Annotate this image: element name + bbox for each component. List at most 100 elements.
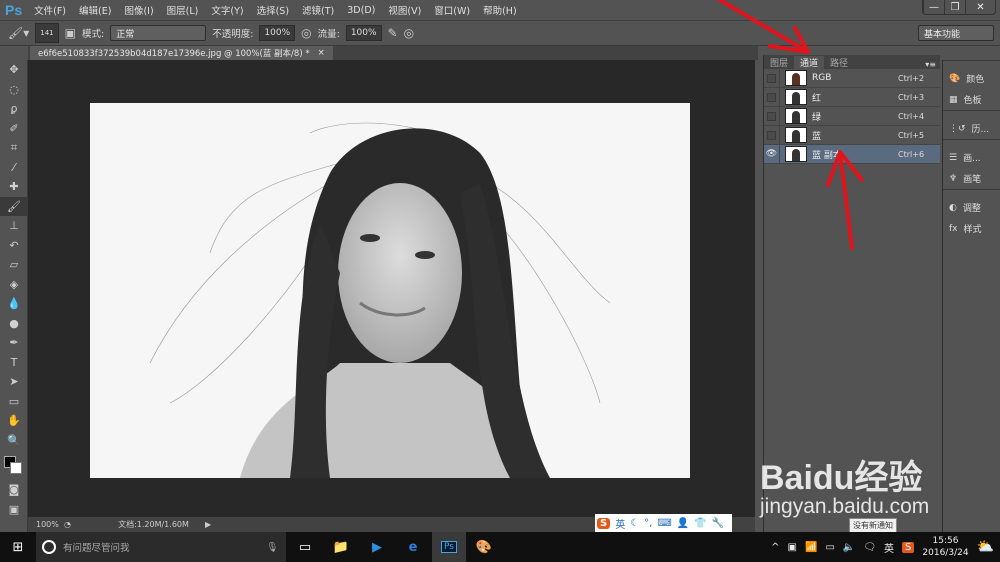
menu-type[interactable]: 文字(Y) <box>211 3 243 17</box>
close-button[interactable]: ✕ <box>965 0 995 14</box>
panel-styles[interactable]: fx 样式 <box>943 218 1000 239</box>
sogou-icon[interactable]: S <box>902 541 915 553</box>
type-tool-icon[interactable]: T <box>0 353 28 373</box>
panel-brush-presets[interactable]: ☰ 画... <box>943 147 1000 168</box>
airbrush-icon[interactable]: ✎ <box>388 26 398 40</box>
paint-app-icon[interactable]: 🎨 <box>472 536 496 558</box>
quick-select-tool-icon[interactable]: ✐ <box>0 119 28 139</box>
action-center-icon[interactable]: 🗨 <box>863 542 876 553</box>
panel-history[interactable]: ⋮↺ 历... <box>943 118 1000 139</box>
panel-adjustments[interactable]: ◐ 调整 <box>943 197 1000 218</box>
punctuation-icon[interactable]: °, <box>644 518 652 529</box>
document-tab[interactable]: e6f6e510833f372539b04d187e17396e.jpg @ 1… <box>30 46 333 60</box>
pen-tool-icon[interactable]: ✒ <box>0 333 28 353</box>
menu-image[interactable]: 图像(I) <box>124 3 153 17</box>
task-view-icon[interactable]: ▭ <box>293 536 317 558</box>
move-tool-icon[interactable]: ✥ <box>0 60 28 80</box>
menu-3d[interactable]: 3D(D) <box>347 5 375 16</box>
tab-layers[interactable]: 图层 <box>764 56 794 69</box>
channel-row-green[interactable]: 绿 Ctrl+4 <box>764 106 940 126</box>
pressure-size-icon[interactable]: ◎ <box>404 26 414 40</box>
status-menu-arrow-icon[interactable]: ▶ <box>201 520 211 529</box>
media-player-icon[interactable]: ▶ <box>365 536 389 558</box>
battery-icon[interactable]: ▭ <box>825 542 834 553</box>
volume-icon[interactable]: 🔈 <box>843 542 855 553</box>
moon-icon[interactable]: ☾ <box>630 518 639 529</box>
microphone-icon[interactable]: 🎙 <box>266 542 278 553</box>
menu-layer[interactable]: 图层(L) <box>167 3 199 17</box>
shape-tool-icon[interactable]: ▭ <box>0 392 28 412</box>
cortana-search[interactable]: 有问题尽管问我 🎙 <box>36 532 286 562</box>
document-image[interactable] <box>90 103 690 478</box>
bucket-tool-icon[interactable]: ◈ <box>0 275 28 295</box>
marquee-tool-icon[interactable]: ◌ <box>0 80 28 100</box>
file-explorer-icon[interactable]: 📁 <box>329 536 353 558</box>
menu-filter[interactable]: 滤镜(T) <box>302 3 334 17</box>
brush-size-picker[interactable]: 141 <box>35 23 59 43</box>
wrench-icon[interactable]: 🔧 <box>712 518 724 529</box>
flow-input[interactable]: 100% <box>345 25 382 41</box>
channel-row-blue-copy[interactable]: 👁 蓝 副本 Ctrl+6 <box>764 144 940 164</box>
menu-file[interactable]: 文件(F) <box>34 3 66 17</box>
zoom-tool-icon[interactable]: 🔍 <box>0 431 28 451</box>
panel-color[interactable]: 🎨 颜色 <box>943 68 1000 89</box>
brush-tool-icon[interactable]: 🖌 <box>0 196 28 216</box>
restore-button[interactable]: ❐ <box>944 0 965 14</box>
zoom-level[interactable]: 100% <box>28 520 64 529</box>
menu-window[interactable]: 窗口(W) <box>434 3 470 17</box>
windows-start-icon[interactable]: ⊞ <box>6 536 30 558</box>
hand-tool-icon[interactable]: ✋ <box>0 411 28 431</box>
brush-tool-icon[interactable]: 🖌▾ <box>8 26 29 40</box>
edge-browser-icon[interactable]: e <box>401 536 425 558</box>
lasso-tool-icon[interactable]: ϼ <box>0 99 28 119</box>
healing-tool-icon[interactable]: ✚ <box>0 177 28 197</box>
path-select-tool-icon[interactable]: ➤ <box>0 372 28 392</box>
channel-row-rgb[interactable]: RGB Ctrl+2 <box>764 68 940 88</box>
opacity-input[interactable]: 100% <box>259 25 296 41</box>
tab-paths[interactable]: 路径 <box>824 56 854 69</box>
crop-tool-icon[interactable]: ⌗ <box>0 138 28 158</box>
menu-view[interactable]: 视图(V) <box>388 3 421 17</box>
blur-tool-icon[interactable]: 💧 <box>0 294 28 314</box>
chevron-up-icon[interactable]: ^ <box>771 542 779 553</box>
photoshop-taskbar-icon[interactable]: Ps <box>432 532 466 562</box>
eye-icon[interactable]: 👁 <box>764 144 780 164</box>
panel-swatches[interactable]: ▦ 色板 <box>943 89 1000 110</box>
eraser-tool-icon[interactable]: ▱ <box>0 255 28 275</box>
ime-language[interactable]: 英 <box>615 516 625 531</box>
brush-panel-icon[interactable]: ▣ <box>65 26 76 40</box>
quick-mask-icon[interactable]: ◙ <box>0 480 28 500</box>
eyedropper-tool-icon[interactable]: ⁄ <box>0 158 28 178</box>
clock[interactable]: 15:56 2016/3/24 <box>922 535 968 559</box>
tab-channels[interactable]: 通道 <box>794 56 825 69</box>
visibility-toggle[interactable] <box>764 125 780 145</box>
screen-mode-icon[interactable]: ▣ <box>0 500 28 520</box>
channel-row-blue[interactable]: 蓝 Ctrl+5 <box>764 125 940 145</box>
panel-brush[interactable]: ♆ 画笔 <box>943 168 1000 189</box>
menu-select[interactable]: 选择(S) <box>257 3 289 17</box>
panel-menu-icon[interactable]: ▾≡ <box>925 60 940 69</box>
menu-edit[interactable]: 编辑(E) <box>79 3 111 17</box>
stamp-tool-icon[interactable]: ⊥ <box>0 216 28 236</box>
color-swatches-icon[interactable] <box>0 450 28 480</box>
keyboard-icon[interactable]: ⌨ <box>657 518 671 529</box>
close-tab-icon[interactable]: × <box>318 48 325 58</box>
visibility-toggle[interactable] <box>764 106 780 126</box>
panel-label: 色板 <box>963 96 982 106</box>
minimize-button[interactable]: — <box>923 0 944 14</box>
pressure-opacity-icon[interactable]: ◎ <box>301 26 311 40</box>
workspace-select[interactable]: 基本功能 <box>918 25 994 41</box>
sogou-tray-icon[interactable]: ▣ <box>788 542 797 553</box>
weather-icon[interactable]: ⛅ <box>977 539 994 555</box>
dodge-tool-icon[interactable]: ● <box>0 314 28 334</box>
channel-row-red[interactable]: 红 Ctrl+3 <box>764 87 940 107</box>
visibility-toggle[interactable] <box>764 87 780 107</box>
user-icon[interactable]: 👤 <box>677 518 689 529</box>
visibility-toggle[interactable] <box>764 68 780 88</box>
wifi-icon[interactable]: 📶 <box>805 542 817 553</box>
skin-icon[interactable]: 👕 <box>694 518 706 529</box>
input-language[interactable]: 英 <box>884 540 894 555</box>
mode-select[interactable]: 正常 <box>110 25 207 41</box>
menu-help[interactable]: 帮助(H) <box>483 3 517 17</box>
history-brush-icon[interactable]: ↶ <box>0 236 28 256</box>
